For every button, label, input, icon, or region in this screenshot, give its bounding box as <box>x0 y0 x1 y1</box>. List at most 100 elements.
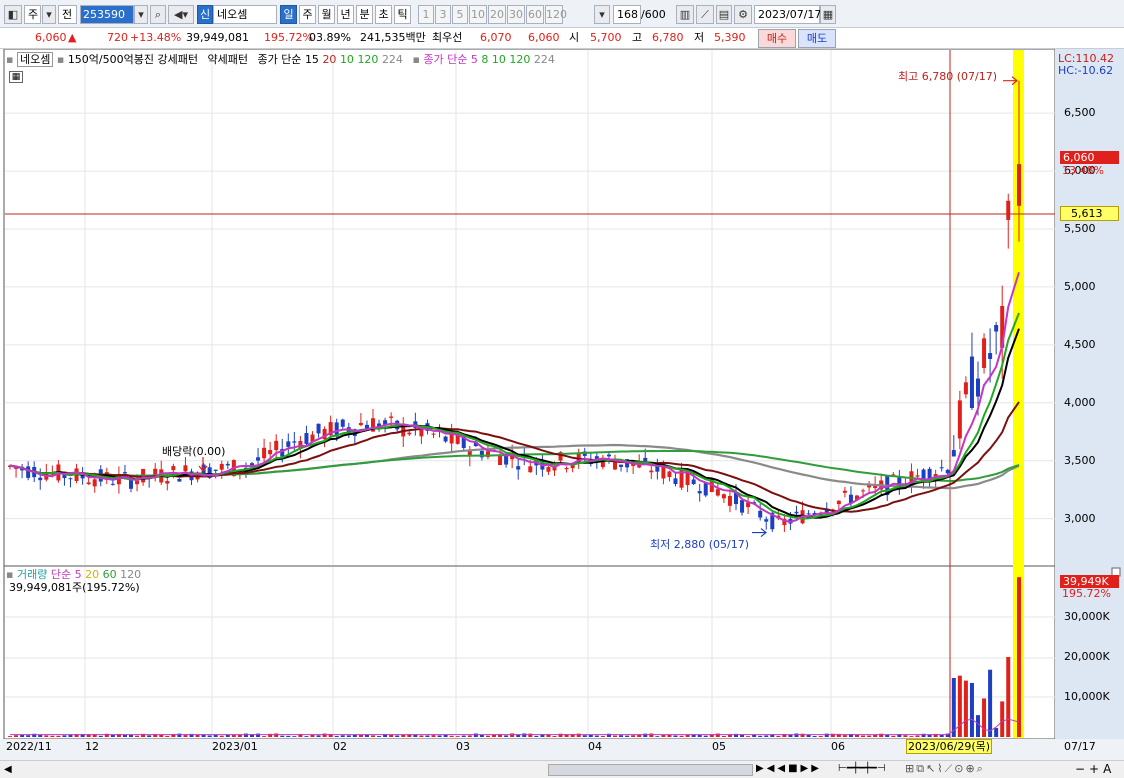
candle-body <box>564 467 569 470</box>
volume-ma-120: 120 <box>120 568 142 581</box>
interval-button[interactable]: 120 <box>545 5 567 24</box>
legend-box-icon: ▪ <box>6 53 14 66</box>
candle-body <box>304 433 309 444</box>
volume-bar <box>231 735 236 737</box>
volume-bar <box>316 735 321 737</box>
buy-button[interactable]: 매수 <box>758 29 796 48</box>
volume-pct: 195.72% <box>264 31 313 44</box>
interval-button[interactable]: 10 <box>469 5 487 24</box>
settings-icon[interactable]: ⚙ <box>734 5 752 24</box>
count-input[interactable]: 168 <box>613 5 641 24</box>
current-price: 6,060 <box>35 31 67 44</box>
drawing-tools-icon[interactable]: ⊞⧉↖⌇⟋⊙⊕⌕ <box>905 762 985 776</box>
candle-body <box>419 429 424 437</box>
volume-bar <box>818 735 823 737</box>
volume-bar <box>425 735 430 737</box>
period-button[interactable]: 분 <box>356 5 373 24</box>
candle-type-icon[interactable]: ▥ <box>676 5 694 24</box>
market-select[interactable]: 주 <box>24 5 41 24</box>
legend-ma-close-label[interactable]: 종가 단순 <box>257 53 301 66</box>
volume-current: 39,949,081주(195.72%) <box>9 581 140 594</box>
candle-body <box>225 463 230 466</box>
stock-code-input[interactable]: 253590 <box>80 5 134 24</box>
candle-body <box>177 478 182 482</box>
volume-bar <box>927 734 932 737</box>
market-dropdown-icon[interactable]: ▾ <box>42 5 56 24</box>
interval-button[interactable]: 30 <box>507 5 525 24</box>
date-input[interactable]: 2023/07/17 <box>754 5 821 24</box>
scroll-thumb[interactable] <box>548 764 753 776</box>
period-button[interactable]: 초 <box>375 5 392 24</box>
volume-bar <box>26 735 31 737</box>
volume-ma-label[interactable]: 단순 <box>51 568 71 581</box>
legend-ma2-label[interactable]: 종가 단순 <box>423 53 467 66</box>
interval-button[interactable]: 60 <box>526 5 544 24</box>
legend-indicator[interactable]: 150억/500억봉진 강세패턴 <box>68 53 198 66</box>
legend-ma-120: 120 <box>357 53 379 66</box>
scroll-left-icon[interactable]: ◀ <box>4 764 12 775</box>
volume-bar <box>994 728 999 737</box>
layout-icon[interactable]: ◧ <box>4 5 22 24</box>
candle-body <box>951 450 956 457</box>
count-total: /600 <box>641 8 666 21</box>
time-tick-label: 07/17 <box>1064 740 1096 753</box>
interval-button[interactable]: 3 <box>435 5 451 24</box>
volume-bar <box>50 735 55 737</box>
interval-dropdown-icon[interactable]: ▾ <box>594 5 610 24</box>
volume-bar <box>619 735 624 737</box>
interval-button[interactable]: 20 <box>488 5 506 24</box>
turnover-pct: 03.89% <box>309 31 351 44</box>
speaker-icon[interactable]: ◀▾ <box>168 5 194 24</box>
save-icon[interactable]: ▤ <box>716 5 732 24</box>
candle-body <box>939 467 944 469</box>
period-button[interactable]: 월 <box>318 5 335 24</box>
period-button[interactable]: 틱 <box>394 5 411 24</box>
volume-bar <box>504 735 509 737</box>
legend-indicator-2[interactable]: 약세패턴 <box>207 53 247 66</box>
playback-controls-icon[interactable]: ▶◀◀■▶▶ <box>756 763 822 774</box>
period-button[interactable]: 일 <box>280 5 297 24</box>
volume-bar <box>794 733 799 737</box>
candle-body <box>982 338 987 368</box>
period-button[interactable]: 주 <box>299 5 316 24</box>
volume-legend-name[interactable]: 거래량 <box>17 568 47 581</box>
interval-button[interactable]: 1 <box>418 5 434 24</box>
legend-box-icon: ▪ <box>412 53 420 66</box>
candle-body <box>715 489 720 496</box>
high-annotation: 최고 6,780 (07/17) <box>898 70 998 83</box>
code-dropdown-icon[interactable]: ▾ <box>134 5 148 24</box>
volume-bar <box>364 734 369 737</box>
chart-area[interactable]: ▪ 네오셈 ▪ 150억/500억봉진 강세패턴 약세패턴 종가 단순 15 2… <box>0 48 1124 760</box>
volume-bar <box>873 735 878 737</box>
mode-button[interactable]: 전 <box>58 5 77 24</box>
search-icon[interactable]: ⌕ <box>150 5 166 24</box>
volume-bar <box>909 736 914 737</box>
price-tick-label: 3,500 <box>1064 453 1096 467</box>
candle-body <box>286 441 291 447</box>
volume-bar <box>207 735 212 737</box>
sell-button[interactable]: 매도 <box>798 29 836 48</box>
candle-body <box>183 465 188 472</box>
hc-value: HC:-10.62 <box>1058 64 1114 77</box>
candle-body <box>727 495 732 506</box>
calendar-icon[interactable]: ▦ <box>820 5 836 24</box>
stock-chart-svg[interactable] <box>0 48 1124 760</box>
interval-button[interactable]: 5 <box>452 5 468 24</box>
candle-body <box>443 436 448 442</box>
volume-legend: ▪ 거래량 단순 5 20 60 120 <box>6 568 141 582</box>
candle-body <box>219 463 224 470</box>
line-tool-icon[interactable]: ⟋ <box>696 5 714 24</box>
grid-toggle-icon[interactable]: ▦ <box>9 71 23 83</box>
volume-bar <box>377 736 382 737</box>
zoom-slider-icon[interactable]: ⊢━┿━┿━⊣ <box>838 763 886 774</box>
legend-stock-name[interactable]: 네오셈 <box>16 52 54 67</box>
zoom-controls-icon[interactable]: −+A <box>1075 762 1115 776</box>
volume-bar <box>673 735 678 737</box>
stock-name-field[interactable]: 네오셈 <box>213 5 277 24</box>
period-button[interactable]: 년 <box>337 5 354 24</box>
volume-bar <box>461 735 466 737</box>
horizontal-scrollbar[interactable]: ◀ ▶◀◀■▶▶ ⊢━┿━┿━⊣ ⊞⧉↖⌇⟋⊙⊕⌕ −+A <box>0 760 1124 778</box>
volume-bar <box>322 733 327 737</box>
volume-bar <box>147 735 152 737</box>
volume-bar <box>286 735 291 737</box>
